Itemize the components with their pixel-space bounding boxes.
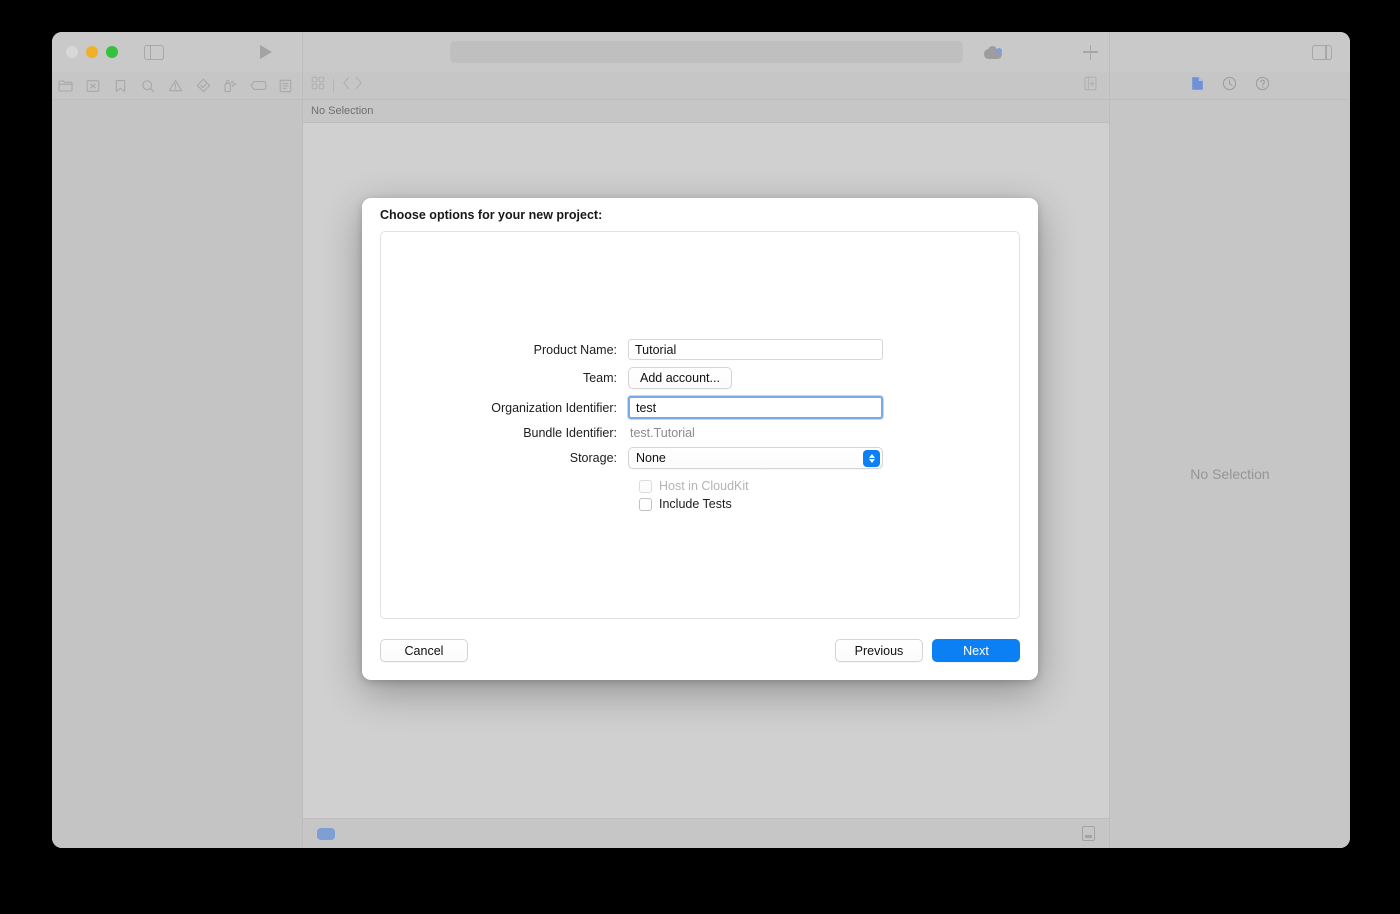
project-options-form: Product Name: Tutorial Team: Add account… [381, 339, 1019, 515]
window-titlebar [52, 32, 1350, 72]
navigator-pane[interactable] [52, 100, 303, 848]
inspector-pane: No Selection [1110, 100, 1350, 848]
breakpoint-tag-icon[interactable] [245, 72, 273, 100]
editor-jump-bar [303, 72, 1110, 100]
bundle-identifier-value: test.Tutorial [630, 426, 695, 440]
status-chip[interactable] [317, 827, 335, 840]
cloud-icon[interactable] [984, 45, 1004, 59]
secondary-toolbar [52, 72, 1350, 100]
navigator-tab-bar [52, 72, 303, 100]
organization-identifier-label: Organization Identifier: [491, 400, 617, 415]
add-editor-icon[interactable] [1084, 76, 1097, 96]
activity-view[interactable] [450, 41, 963, 63]
navigate-back-icon[interactable] [342, 76, 351, 95]
navigate-forward-icon[interactable] [354, 76, 363, 95]
inspector-empty-label: No Selection [1190, 466, 1270, 482]
host-in-cloudkit-checkbox [639, 479, 652, 493]
close-window-button[interactable] [66, 46, 78, 58]
cancel-button[interactable]: Cancel [380, 639, 468, 662]
include-tests-label: Include Tests [659, 497, 732, 511]
next-button[interactable]: Next [932, 639, 1020, 662]
titlebar-center-section [303, 32, 1110, 72]
sheet-button-bar: Cancel Previous Next [380, 639, 1020, 662]
minimize-window-button[interactable] [86, 46, 98, 58]
sheet-title: Choose options for your new project: [380, 208, 603, 222]
storage-label: Storage: [569, 451, 617, 465]
clock-icon[interactable] [1222, 76, 1237, 96]
product-name-input[interactable]: Tutorial [628, 339, 883, 360]
traffic-light-group [66, 46, 118, 58]
chevron-updown-icon [863, 450, 880, 467]
add-icon[interactable] [1083, 44, 1098, 60]
bundle-identifier-row: Bundle Identifier: test.Tutorial [381, 426, 1019, 440]
product-name-label: Product Name: [533, 342, 617, 357]
new-project-options-sheet: Choose options for your new project: Pro… [362, 198, 1038, 680]
previous-button[interactable]: Previous [835, 639, 923, 662]
editor-status-bar [303, 818, 1109, 848]
jumpbar-divider [333, 79, 334, 92]
report-list-icon[interactable] [272, 72, 300, 100]
show-debug-area-icon[interactable] [1082, 826, 1095, 841]
titlebar-right-section [1110, 32, 1350, 72]
diamond-check-icon[interactable] [190, 72, 218, 100]
organization-identifier-input[interactable]: test [628, 396, 883, 419]
breadcrumb: No Selection [303, 100, 1109, 123]
related-items-grid-icon[interactable] [311, 76, 325, 95]
question-mark-icon[interactable] [1255, 76, 1270, 96]
run-icon[interactable] [260, 45, 272, 59]
warning-triangle-icon[interactable] [162, 72, 190, 100]
storage-selected-value: None [636, 451, 666, 465]
toggle-navigator-icon[interactable] [144, 44, 164, 60]
storage-select[interactable]: None [628, 447, 883, 469]
branch-x-icon[interactable] [80, 72, 108, 100]
organization-identifier-row: Organization Identifier: test [381, 396, 1019, 419]
bundle-identifier-label: Bundle Identifier: [523, 426, 617, 440]
team-row: Team: Add account... [381, 367, 1019, 389]
include-tests-checkbox[interactable] [639, 497, 652, 511]
include-tests-row: Include Tests [639, 497, 1019, 511]
inspector-tab-bar [1110, 72, 1350, 100]
search-icon[interactable] [135, 72, 163, 100]
add-account-button[interactable]: Add account... [628, 367, 732, 389]
spray-can-icon[interactable] [217, 72, 245, 100]
host-in-cloudkit-label: Host in CloudKit [659, 479, 749, 493]
folder-icon[interactable] [52, 72, 80, 100]
product-name-row: Product Name: Tutorial [381, 339, 1019, 360]
toggle-inspector-icon[interactable] [1312, 44, 1332, 60]
bookmark-icon[interactable] [107, 72, 135, 100]
storage-row: Storage: None [381, 447, 1019, 469]
host-in-cloudkit-row: Host in CloudKit [639, 479, 1019, 493]
zoom-window-button[interactable] [106, 46, 118, 58]
team-label: Team: [582, 371, 617, 385]
document-icon[interactable] [1191, 76, 1204, 96]
titlebar-left-section [52, 32, 303, 72]
sheet-options-panel: Product Name: Tutorial Team: Add account… [380, 231, 1020, 619]
